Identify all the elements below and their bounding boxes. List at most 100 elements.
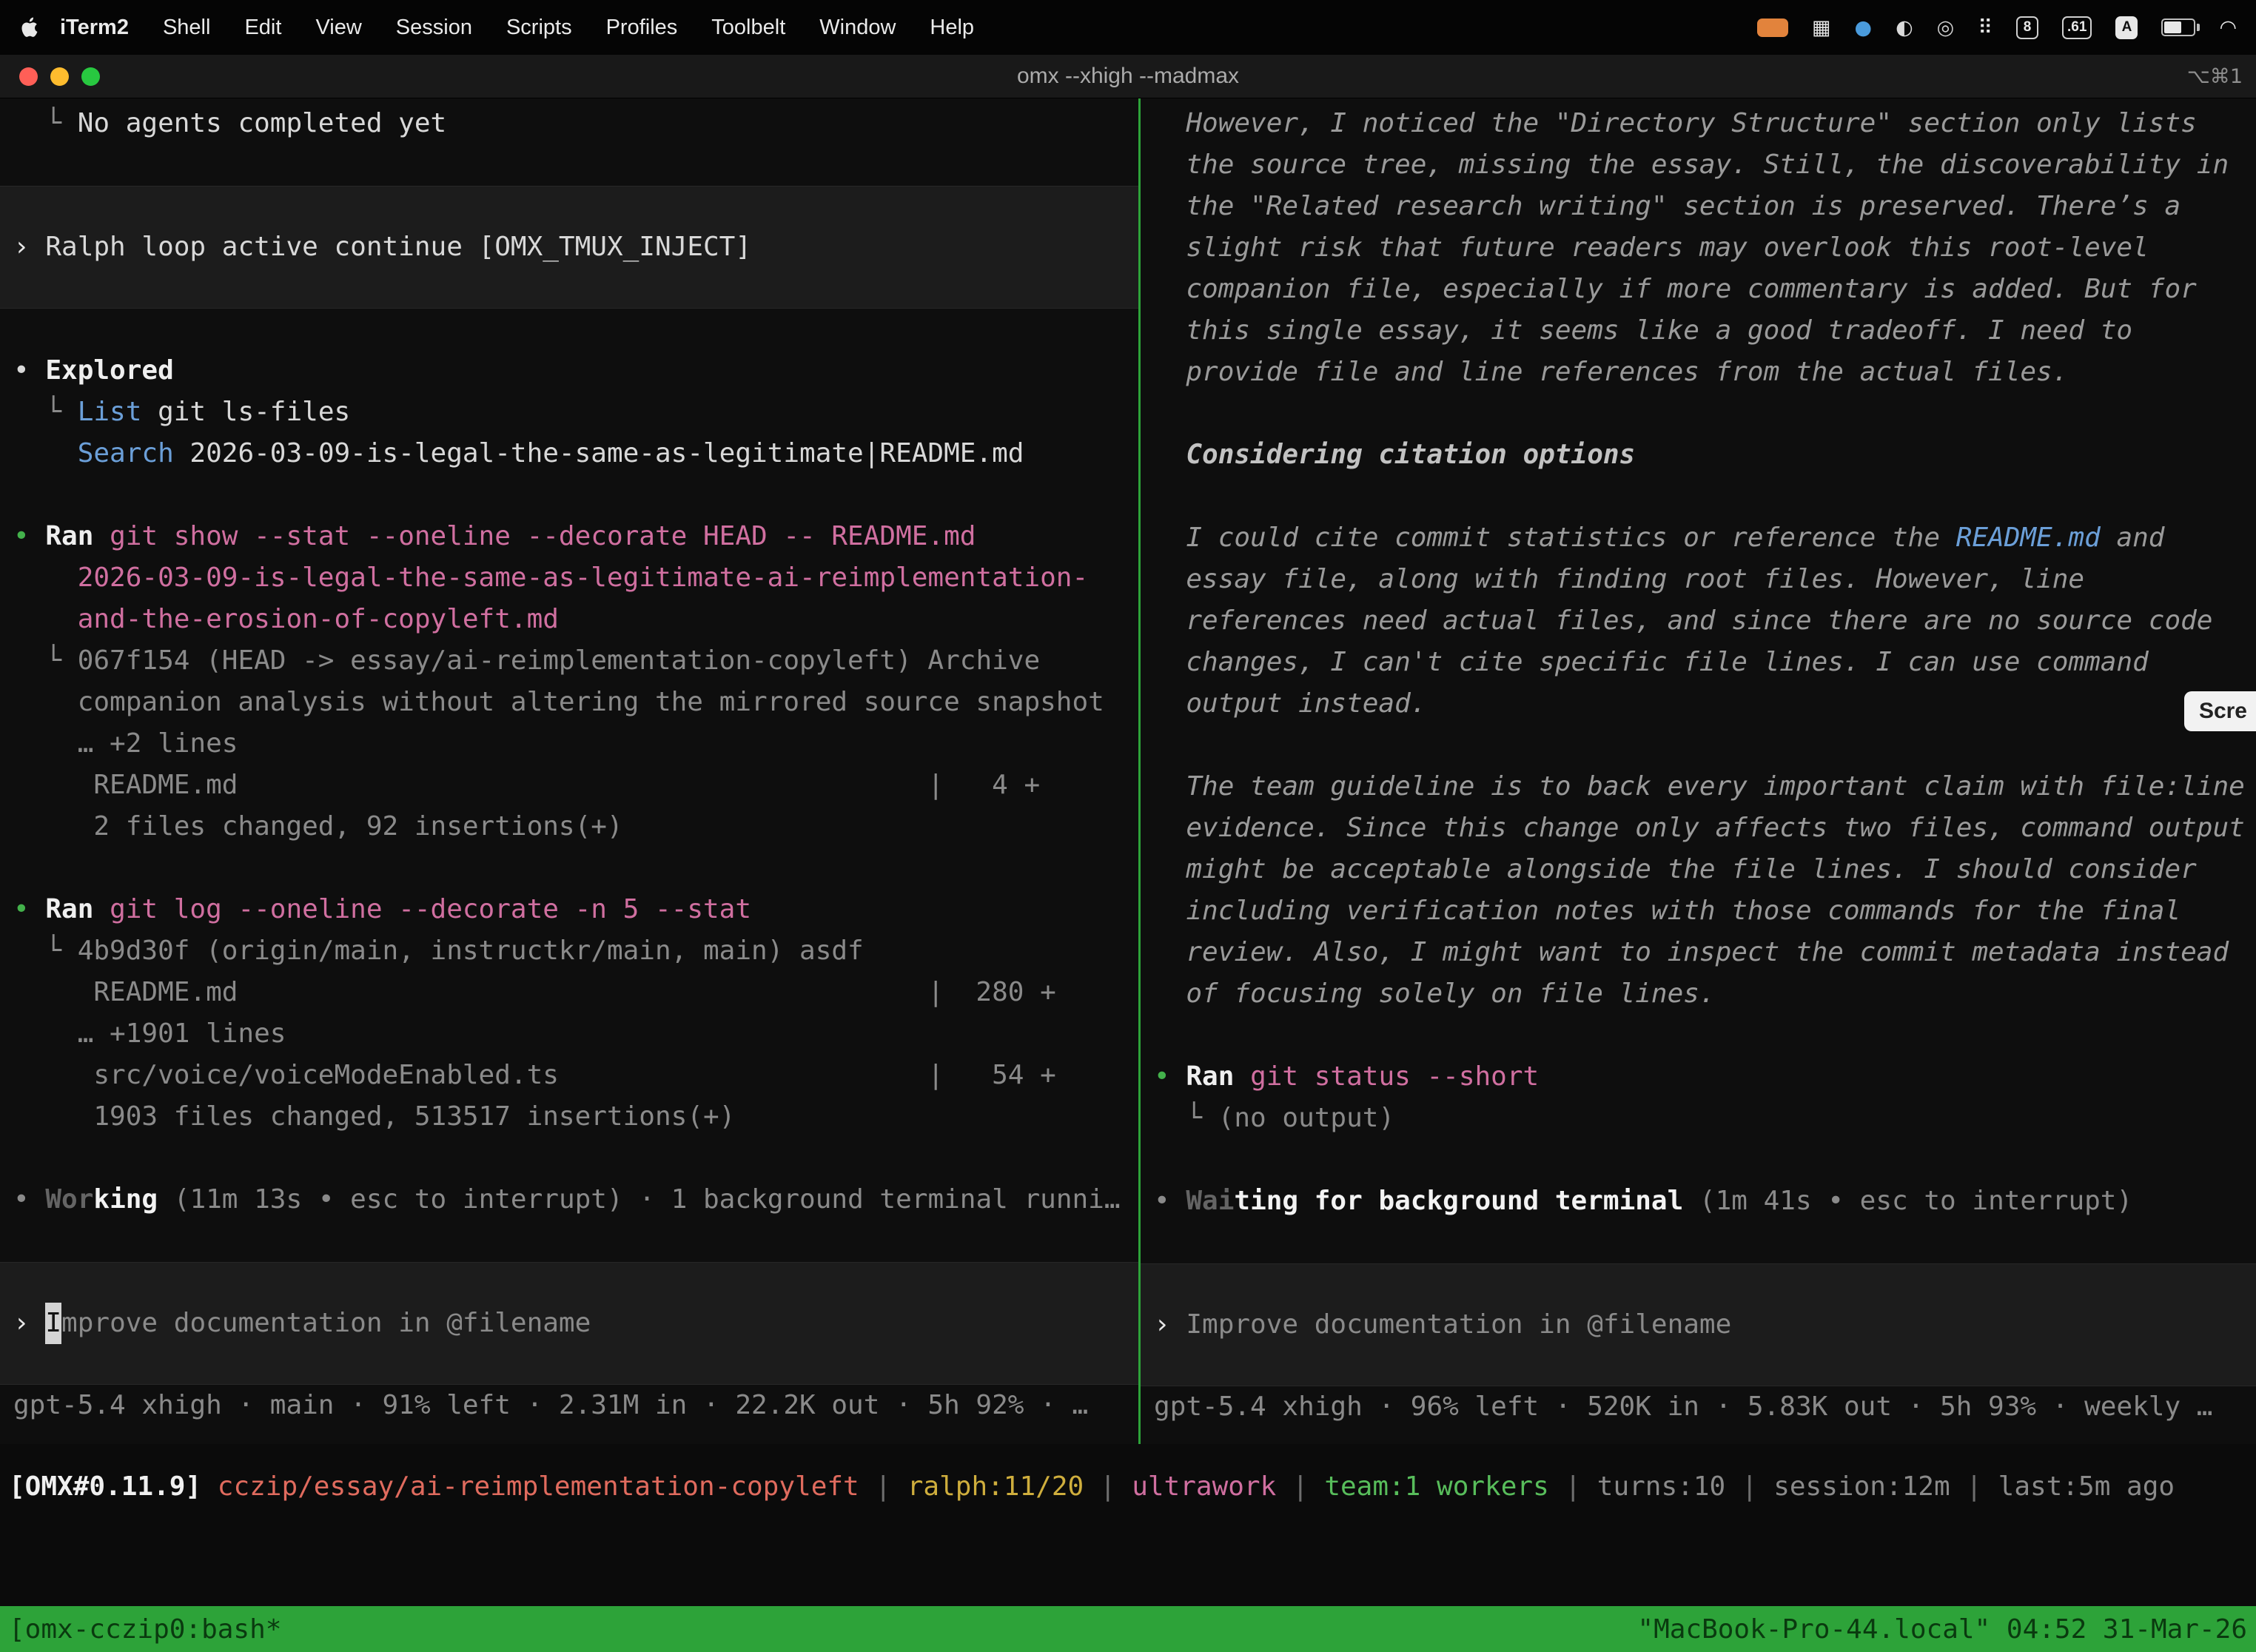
menu-item-shell[interactable]: Shell bbox=[146, 16, 228, 40]
tmux-host-clock-label: "MacBook-Pro-44.local" 04:52 31-Mar-26 bbox=[1637, 1614, 2247, 1645]
thinking-heading: Considering citation options bbox=[1141, 434, 2256, 476]
text-segment-shimd: Wor bbox=[45, 1184, 93, 1215]
terminal-line: … +2 lines bbox=[0, 723, 1138, 765]
apple-menu-icon[interactable] bbox=[19, 16, 38, 38]
text-segment-it: provide file and line references from th… bbox=[1154, 357, 2068, 387]
text-segment-sep: | bbox=[1950, 1471, 1998, 1502]
text-segment-it: of focusing solely on file lines. bbox=[1154, 978, 1716, 1009]
text-segment-it: The team guideline is to back every impo… bbox=[1154, 771, 2245, 802]
text-segment-dim: 067f154 (HEAD -> essay/ai-reimplementati… bbox=[78, 645, 1040, 676]
terminal-line: changes, I can't cite specific file line… bbox=[1141, 642, 2256, 683]
dark-mode-icon[interactable]: ◐ bbox=[1896, 18, 1913, 38]
menu-items: iTerm2ShellEditViewSessionScriptsProfile… bbox=[43, 16, 991, 40]
menu-item-session[interactable]: Session bbox=[379, 16, 489, 40]
composer-input[interactable]: › Improve documentation in @filename bbox=[0, 1262, 1138, 1385]
dots-grid-icon[interactable]: ⠿ bbox=[1978, 18, 1993, 38]
input-source-icon[interactable]: A bbox=[2115, 16, 2138, 39]
menu-item-help[interactable]: Help bbox=[913, 16, 991, 40]
text-segment-fg: • bbox=[13, 355, 45, 386]
menu-item-iterm2[interactable]: iTerm2 bbox=[43, 16, 146, 40]
text-segment-dim: … +2 lines bbox=[13, 728, 238, 759]
terminal-line: slight risk that future readers may over… bbox=[1141, 227, 2256, 269]
text-segment-dim: • bbox=[13, 1184, 45, 1215]
menu-item-scripts[interactable]: Scripts bbox=[489, 16, 589, 40]
text-segment-it: and bbox=[2101, 523, 2165, 553]
composer-input[interactable]: › Improve documentation in @filename bbox=[1141, 1263, 2256, 1386]
text-segment-sep: | bbox=[1084, 1471, 1132, 1502]
text-segment-fg bbox=[13, 438, 78, 469]
text-segment-sep: | bbox=[859, 1471, 907, 1502]
window-title-bar[interactable]: omx --xhigh --madmax ⌥⌘1 bbox=[0, 55, 2256, 98]
text-segment-it: the "Related research writing" section i… bbox=[1154, 191, 2181, 221]
text-segment-magenta: git show --stat --oneline --decorate HEA… bbox=[110, 521, 976, 551]
minimize-button[interactable] bbox=[50, 67, 69, 86]
text-segment-shimb: king bbox=[93, 1184, 158, 1215]
text-segment-magenta: and-the-erosion-of-copyleft.md bbox=[13, 604, 559, 634]
terminal-line: and-the-erosion-of-copyleft.md bbox=[0, 599, 1138, 640]
terminal-line: 2 files changed, 92 insertions(+) bbox=[0, 806, 1138, 847]
terminal-line: • Ran git status --short bbox=[1141, 1056, 2256, 1098]
text-segment-tree: └ bbox=[1154, 1103, 1218, 1133]
text-segment-green: • bbox=[1154, 1061, 1186, 1092]
text-segment-fg: 2026-03-09-is-legal-the-same-as-legitima… bbox=[174, 438, 1024, 469]
text-segment-dim: README.md | 280 + bbox=[13, 977, 1056, 1007]
text-segment-magenta: git log --oneline --decorate -n 5 --stat bbox=[110, 894, 751, 924]
wifi-icon[interactable]: ◠ bbox=[2219, 18, 2237, 38]
terminal-line: companion analysis without altering the … bbox=[0, 682, 1138, 723]
menu-item-view[interactable]: View bbox=[298, 16, 378, 40]
menu-item-window[interactable]: Window bbox=[802, 16, 913, 40]
terminal-line: essay file, along with finding root file… bbox=[1141, 559, 2256, 600]
waiting-status-line: • Waiting for background terminal (1m 41… bbox=[1141, 1181, 2256, 1222]
text-segment-dim: … +1901 lines bbox=[13, 1018, 286, 1049]
screen-share-tooltip[interactable]: Scre bbox=[2184, 691, 2256, 731]
menu-item-toolbelt[interactable]: Toolbelt bbox=[694, 16, 802, 40]
text-segment-it: slight risk that future readers may over… bbox=[1154, 232, 2149, 263]
key-badge-icon[interactable]: 8 bbox=[2016, 16, 2038, 39]
record-disc-icon[interactable]: ◎ bbox=[1937, 18, 1955, 38]
text-segment-bold: Explored bbox=[45, 355, 173, 386]
iterm2-window: iTerm2ShellEditViewSessionScriptsProfile… bbox=[0, 0, 2256, 1652]
text-segment-dim2: session:12m bbox=[1773, 1471, 1950, 1502]
text-segment-dim: src/voice/voiceModeEnabled.ts | 54 + bbox=[13, 1060, 1056, 1090]
menu-item-edit[interactable]: Edit bbox=[227, 16, 298, 40]
text-segment-blue: Search bbox=[78, 438, 174, 469]
terminal-line: └ 067f154 (HEAD -> essay/ai-reimplementa… bbox=[0, 640, 1138, 682]
terminal-area: └ No agents completed yet› Ralph loop ac… bbox=[0, 98, 2256, 1444]
text-segment-sep: | bbox=[1276, 1471, 1324, 1502]
terminal-line: └ (no output) bbox=[1141, 1098, 2256, 1139]
terminal-pane-left[interactable]: └ No agents completed yet› Ralph loop ac… bbox=[0, 98, 1138, 1444]
terminal-line: However, I noticed the "Directory Struct… bbox=[1141, 103, 2256, 144]
text-segment-dim: 4b9d30f (origin/main, instructkr/main, m… bbox=[78, 936, 864, 966]
zoom-button[interactable] bbox=[81, 67, 100, 86]
terminal-line: 2026-03-09-is-legal-the-same-as-legitima… bbox=[0, 557, 1138, 599]
terminal-line: evidence. Since this change only affects… bbox=[1141, 807, 2256, 849]
terminal-pane-right[interactable]: However, I noticed the "Directory Struct… bbox=[1141, 98, 2256, 1444]
text-segment-shimb: ting for background terminal bbox=[1234, 1186, 1683, 1216]
terminal-line: … +1901 lines bbox=[0, 1013, 1138, 1055]
blank-line bbox=[0, 1138, 1138, 1179]
screen-recording-indicator[interactable] bbox=[1757, 19, 1788, 37]
keyboard-viewer-icon[interactable]: ▦ bbox=[1812, 18, 1831, 38]
text-segment-dim: gpt-5.4 xhigh · 96% left · 520K in · 5.8… bbox=[1154, 1391, 2212, 1422]
text-segment-it: the source tree, missing the essay. Stil… bbox=[1154, 150, 2229, 180]
text-segment-bold: Ran bbox=[45, 894, 110, 924]
text-segment-it: I could cite commit statistics or refere… bbox=[1154, 523, 1956, 553]
ralph-loop-banner[interactable]: › Ralph loop active continue [OMX_TMUX_I… bbox=[0, 186, 1138, 309]
terminal-line: └ 4b9d30f (origin/main, instructkr/main,… bbox=[0, 930, 1138, 972]
terminal-line: README.md | 280 + bbox=[0, 972, 1138, 1013]
macos-menu-bar: iTerm2ShellEditViewSessionScriptsProfile… bbox=[0, 0, 2256, 55]
text-segment-tree: └ bbox=[13, 108, 78, 138]
blank-line bbox=[0, 474, 1138, 516]
gauge-badge-icon[interactable]: .61 bbox=[2062, 16, 2092, 39]
text-segment-sep: | bbox=[1549, 1471, 1597, 1502]
terminal-line: might be acceptable alongside the file l… bbox=[1141, 849, 2256, 890]
text-segment-dim: gpt-5.4 xhigh · main · 91% left · 2.31M … bbox=[13, 1390, 1088, 1420]
close-button[interactable] bbox=[19, 67, 38, 86]
text-segment-cursor: I bbox=[45, 1303, 61, 1344]
menu-item-profiles[interactable]: Profiles bbox=[589, 16, 695, 40]
blank-line bbox=[0, 847, 1138, 889]
droplet-icon[interactable]: ● bbox=[1855, 18, 1873, 38]
battery-icon[interactable] bbox=[2161, 19, 2195, 36]
blank-line bbox=[1141, 393, 2256, 434]
text-segment-yellow: ralph:11/20 bbox=[907, 1471, 1084, 1502]
